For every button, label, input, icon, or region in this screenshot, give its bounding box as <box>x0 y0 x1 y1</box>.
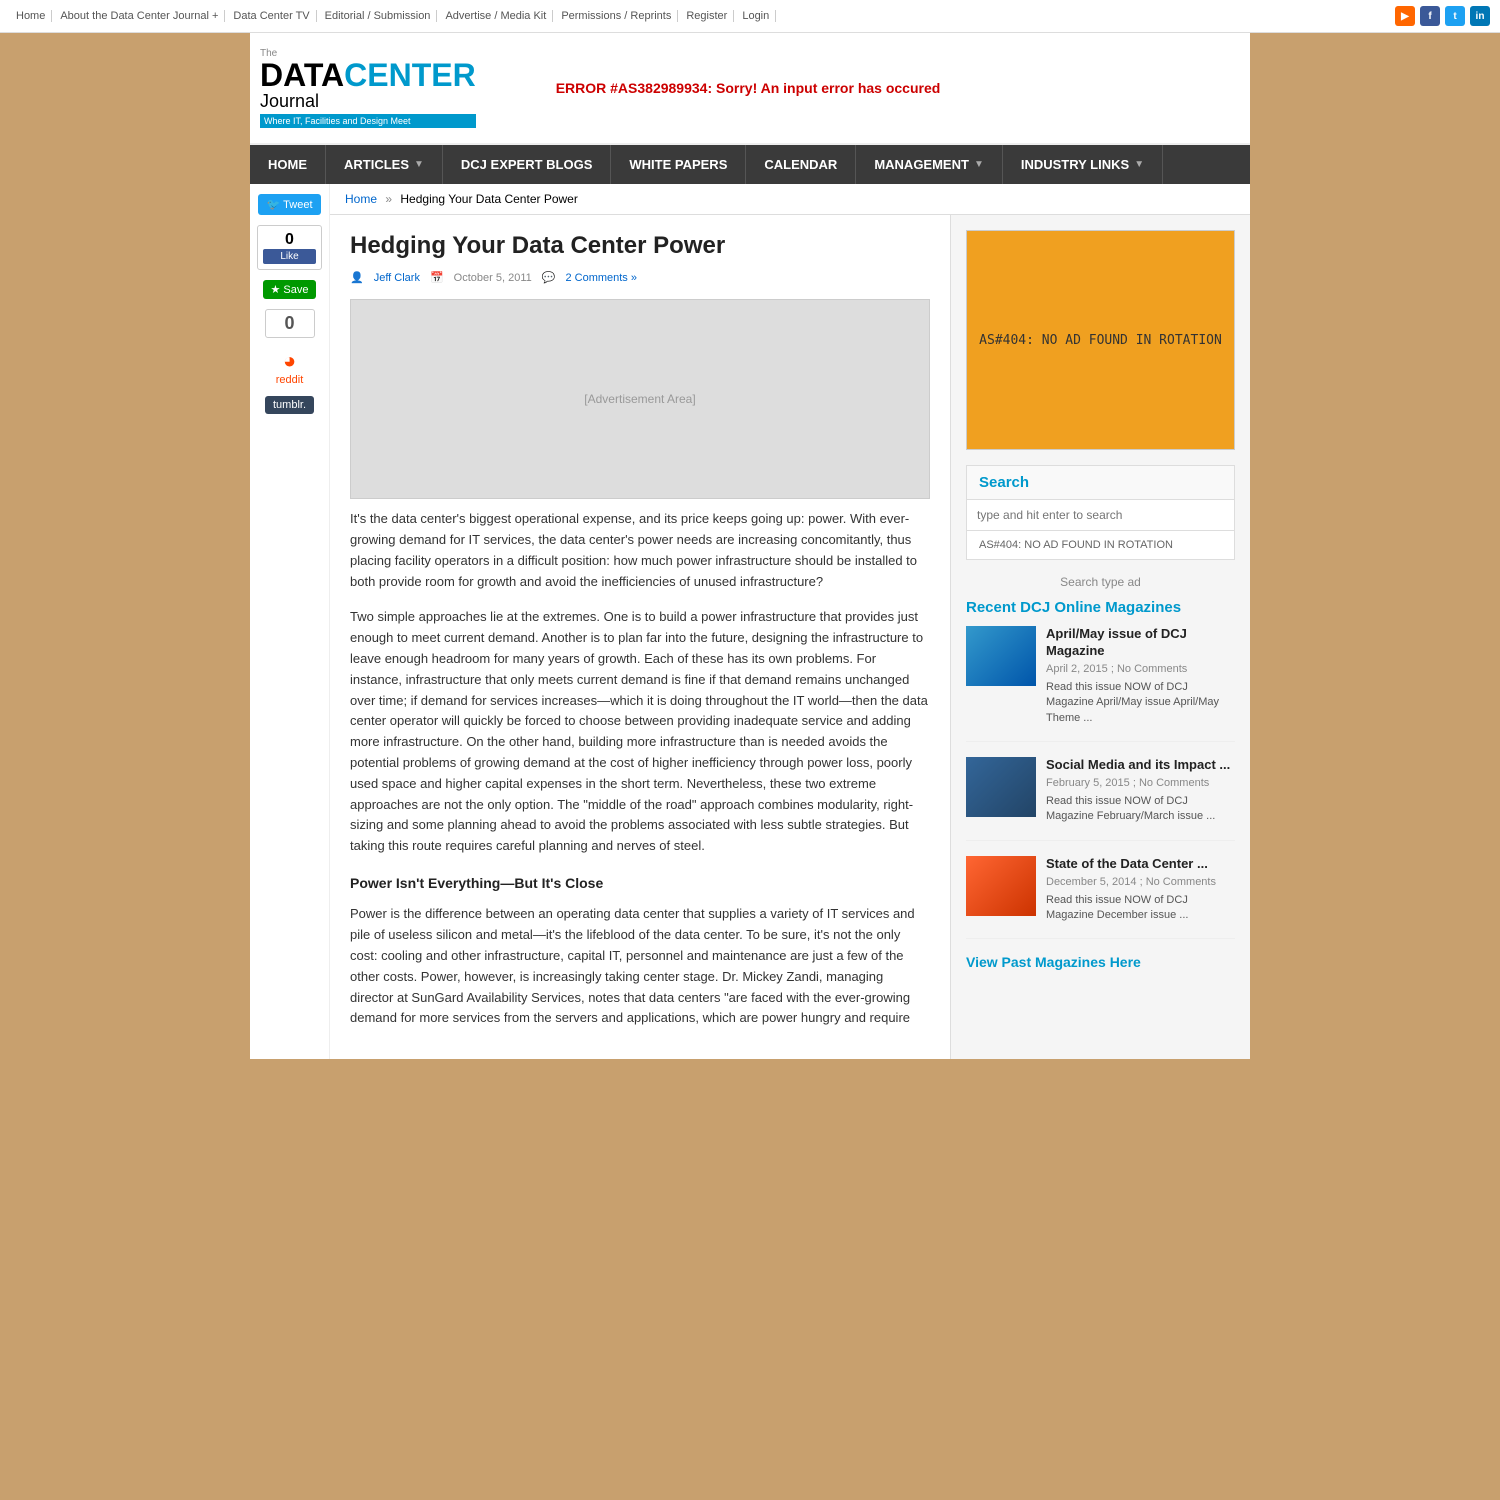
search-widget-title: Search <box>967 466 1234 500</box>
linkedin-icon[interactable]: in <box>1470 6 1490 26</box>
reddit-label: reddit <box>276 374 304 386</box>
facebook-icon[interactable]: f <box>1420 6 1440 26</box>
top-navigation: Home About the Data Center Journal + Dat… <box>0 0 1500 33</box>
article-para-3: Power is the difference between an opera… <box>350 904 930 1029</box>
magazine-info-2: Social Media and its Impact ... February… <box>1046 757 1235 825</box>
reddit-icon: ◕ <box>283 348 296 374</box>
magazine-section: Recent DCJ Online Magazines April/May is… <box>966 599 1235 970</box>
error-banner: ERROR #AS382989934: Sorry! An input erro… <box>556 80 941 96</box>
content-wrapper: Home » Hedging Your Data Center Power He… <box>330 184 1250 1059</box>
site-header: The DATA CENTER Journal Where IT, Facili… <box>250 33 1250 145</box>
magazine-thumb-3 <box>966 856 1036 916</box>
magazine-date-1: April 2, 2015 ; No Comments <box>1046 663 1235 675</box>
nav-whitepapers[interactable]: WHITE PAPERS <box>611 145 746 184</box>
magazine-excerpt-3: Read this issue NOW of DCJ Magazine Dece… <box>1046 893 1235 924</box>
tumblr-button[interactable]: tumblr. <box>265 396 314 414</box>
search-ad-text: AS#404: NO AD FOUND IN ROTATION <box>967 531 1234 559</box>
tweet-button[interactable]: 🐦 Tweet <box>258 194 320 215</box>
rss-icon[interactable]: ▶ <box>1395 6 1415 26</box>
search-widget: Search AS#404: NO AD FOUND IN ROTATION <box>966 465 1235 560</box>
breadcrumb: Home » Hedging Your Data Center Power <box>330 184 1250 215</box>
logo: The DATA CENTER Journal Where IT, Facili… <box>260 48 476 128</box>
layout-wrapper: 🐦 Tweet 0 Like ★ Save 0 ◕ reddit tumblr. <box>250 184 1250 1059</box>
magazine-thumb-1 <box>966 626 1036 686</box>
article-date: October 5, 2011 <box>454 272 532 284</box>
article-author[interactable]: Jeff Clark <box>374 272 420 284</box>
twitter-bird-icon: 🐦 <box>266 198 280 211</box>
nav-management[interactable]: MANAGEMENT ▼ <box>856 145 1003 184</box>
author-icon: 👤 <box>350 271 364 284</box>
sidebar-ad-box: AS#404: NO AD FOUND IN ROTATION <box>966 230 1235 450</box>
reddit-button[interactable]: ◕ reddit <box>276 348 304 386</box>
like-button[interactable]: Like <box>263 249 316 264</box>
article-subheading: Power Isn't Everything—But It's Close <box>350 872 930 894</box>
content-area: Hedging Your Data Center Power 👤 Jeff Cl… <box>330 215 1250 1059</box>
articles-arrow: ▼ <box>414 159 424 170</box>
list-item: April/May issue of DCJ Magazine April 2,… <box>966 626 1235 742</box>
article-ad-placeholder: [Advertisement Area] <box>350 299 930 499</box>
logo-center: CENTER <box>344 59 476 91</box>
topnav-home[interactable]: Home <box>10 10 52 22</box>
social-icons: ▶ f t in <box>1395 6 1490 26</box>
nav-home[interactable]: HOME <box>250 145 326 184</box>
article-meta: 👤 Jeff Clark 📅 October 5, 2011 💬 2 Comme… <box>350 271 930 284</box>
nav-industry[interactable]: INDUSTRY LINKS ▼ <box>1003 145 1163 184</box>
topnav-permissions[interactable]: Permissions / Reprints <box>555 10 678 22</box>
topnav-login[interactable]: Login <box>736 10 776 22</box>
article-main: Hedging Your Data Center Power 👤 Jeff Cl… <box>330 215 950 1059</box>
logo-tagline: Where IT, Facilities and Design Meet <box>260 114 476 128</box>
nav-blogs[interactable]: DCJ EXPERT BLOGS <box>443 145 611 184</box>
article-para-1: It's the data center's biggest operation… <box>350 509 930 592</box>
topnav-advertise[interactable]: Advertise / Media Kit <box>439 10 553 22</box>
twitter-icon[interactable]: t <box>1445 6 1465 26</box>
magazine-excerpt-1: Read this issue NOW of DCJ Magazine Apri… <box>1046 680 1235 726</box>
topnav-about[interactable]: About the Data Center Journal + <box>54 10 225 22</box>
article-body: It's the data center's biggest operation… <box>350 509 930 1029</box>
article-para-2: Two simple approaches lie at the extreme… <box>350 607 930 857</box>
like-box: 0 Like <box>257 225 322 270</box>
article-comments[interactable]: 2 Comments » <box>565 272 637 284</box>
magazine-info-3: State of the Data Center ... December 5,… <box>1046 856 1235 924</box>
right-sidebar: AS#404: NO AD FOUND IN ROTATION Search A… <box>950 215 1250 1059</box>
industry-arrow: ▼ <box>1134 159 1144 170</box>
magazines-title: Recent DCJ Online Magazines <box>966 599 1235 616</box>
breadcrumb-home[interactable]: Home <box>345 192 377 206</box>
article-title: Hedging Your Data Center Power <box>350 230 930 261</box>
magazine-date-2: February 5, 2015 ; No Comments <box>1046 777 1235 789</box>
list-item: State of the Data Center ... December 5,… <box>966 856 1235 940</box>
magazine-info-1: April/May issue of DCJ Magazine April 2,… <box>1046 626 1235 726</box>
save-button[interactable]: ★ Save <box>263 280 317 299</box>
topnav-editorial[interactable]: Editorial / Submission <box>319 10 438 22</box>
logo-journal: Journal <box>260 91 476 112</box>
magazine-date-3: December 5, 2014 ; No Comments <box>1046 876 1235 888</box>
magazine-title-2: Social Media and its Impact ... <box>1046 757 1235 774</box>
nav-calendar[interactable]: CALENDAR <box>746 145 856 184</box>
nav-articles[interactable]: ARTICLES ▼ <box>326 145 443 184</box>
search-type-ad-label: Search type ad <box>966 575 1235 589</box>
magazine-title-3: State of the Data Center ... <box>1046 856 1235 873</box>
date-icon: 📅 <box>430 271 444 284</box>
like-count: 0 <box>263 231 316 249</box>
magazine-thumb-2 <box>966 757 1036 817</box>
search-input[interactable] <box>967 500 1234 531</box>
topnav-tv[interactable]: Data Center TV <box>227 10 316 22</box>
logo-data: DATA <box>260 59 344 91</box>
comment-icon: 💬 <box>542 271 556 284</box>
breadcrumb-current: Hedging Your Data Center Power <box>400 192 577 206</box>
list-item: Social Media and its Impact ... February… <box>966 757 1235 841</box>
topnav-register[interactable]: Register <box>680 10 734 22</box>
bookmark-icon: ★ <box>271 283 281 296</box>
breadcrumb-separator: » <box>385 192 392 206</box>
main-navigation: HOME ARTICLES ▼ DCJ EXPERT BLOGS WHITE P… <box>250 145 1250 184</box>
share-count: 0 <box>265 309 315 338</box>
magazine-excerpt-2: Read this issue NOW of DCJ Magazine Febr… <box>1046 794 1235 825</box>
view-past-magazines[interactable]: View Past Magazines Here <box>966 954 1235 970</box>
left-sidebar: 🐦 Tweet 0 Like ★ Save 0 ◕ reddit tumblr. <box>250 184 330 1059</box>
magazine-title-1: April/May issue of DCJ Magazine <box>1046 626 1235 660</box>
management-arrow: ▼ <box>974 159 984 170</box>
